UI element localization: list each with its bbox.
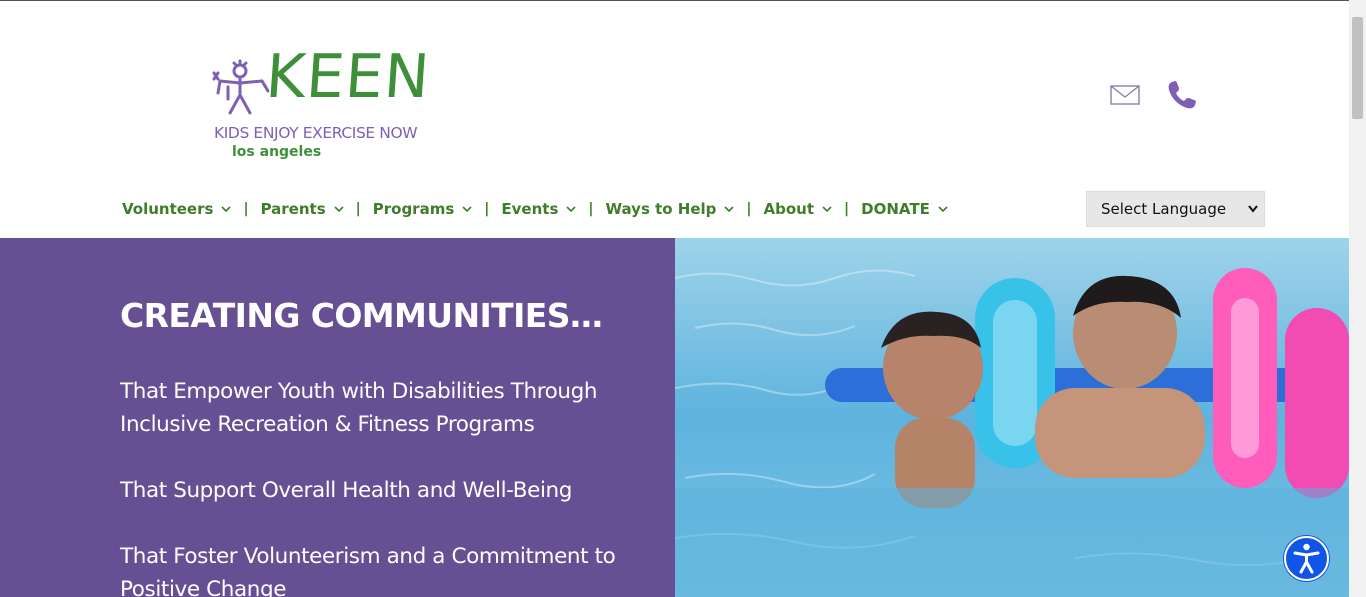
logo-tagline: KIDS ENJOY EXERCISE NOW <box>214 124 418 142</box>
hero-photo-pool <box>675 238 1349 597</box>
language-select[interactable]: Select Language <box>1086 191 1265 227</box>
nav-programs[interactable]: Programs <box>373 200 473 218</box>
nav-about[interactable]: About <box>764 200 833 218</box>
site-header: KEEN KIDS ENJOY EXERCISE NOW los angeles… <box>0 1 1349 238</box>
nav-separator: | <box>588 201 594 217</box>
nav-volunteers-label: Volunteers <box>122 200 214 218</box>
nav-separator: | <box>844 201 850 217</box>
nav-ways-to-help[interactable]: Ways to Help <box>606 200 735 218</box>
language-select-value: Select Language <box>1101 200 1227 218</box>
chevron-down-icon <box>221 206 232 213</box>
nav-ways-to-help-label: Ways to Help <box>605 200 717 218</box>
nav-separator: | <box>484 201 490 217</box>
hero-line-health: That Support Overall Health and Well-Bei… <box>120 478 573 503</box>
chevron-down-icon <box>822 206 832 213</box>
main-nav: Volunteers | Parents | Programs | Events… <box>122 197 948 221</box>
accessibility-button[interactable] <box>1284 536 1329 581</box>
nav-donate-label: DONATE <box>861 200 930 218</box>
nav-about-label: About <box>763 200 815 218</box>
chevron-down-icon <box>938 206 948 213</box>
nav-volunteers[interactable]: Volunteers <box>122 200 232 218</box>
logo-wordmark: KEEN <box>263 42 433 112</box>
mail-icon[interactable] <box>1110 85 1140 105</box>
chevron-down-icon <box>334 206 344 213</box>
phone-icon[interactable] <box>1166 79 1198 111</box>
chevron-down-icon <box>462 206 472 213</box>
nav-events[interactable]: Events <box>501 200 576 218</box>
hero-text-panel: CREATING COMMUNITIES… That Empower Youth… <box>0 238 675 597</box>
chevron-down-icon <box>566 206 576 213</box>
hero-line-empower: That Empower Youth with Disabilities Thr… <box>120 379 598 437</box>
nav-events-label: Events <box>501 200 559 218</box>
chevron-down-icon <box>1248 205 1258 213</box>
stick-figure-icon <box>212 59 270 115</box>
scrollbar-thumb[interactable] <box>1352 17 1363 119</box>
keen-logo[interactable]: KEEN KIDS ENJOY EXERCISE NOW los angeles <box>210 42 450 166</box>
nav-separator: | <box>243 201 249 217</box>
nav-separator: | <box>746 201 752 217</box>
nav-separator: | <box>355 201 361 217</box>
chevron-down-icon <box>724 206 734 213</box>
hero-line-volunteerism: That Foster Volunteerism and a Commitmen… <box>120 544 616 597</box>
logo-city: los angeles <box>232 144 322 160</box>
pool-photo-illustration <box>675 238 1349 597</box>
accessibility-icon <box>1293 543 1320 574</box>
nav-parents-label: Parents <box>260 200 326 218</box>
nav-parents[interactable]: Parents <box>261 200 344 218</box>
nav-programs-label: Programs <box>372 200 455 218</box>
hero-title: CREATING COMMUNITIES… <box>120 296 603 335</box>
nav-donate[interactable]: DONATE <box>861 200 948 218</box>
